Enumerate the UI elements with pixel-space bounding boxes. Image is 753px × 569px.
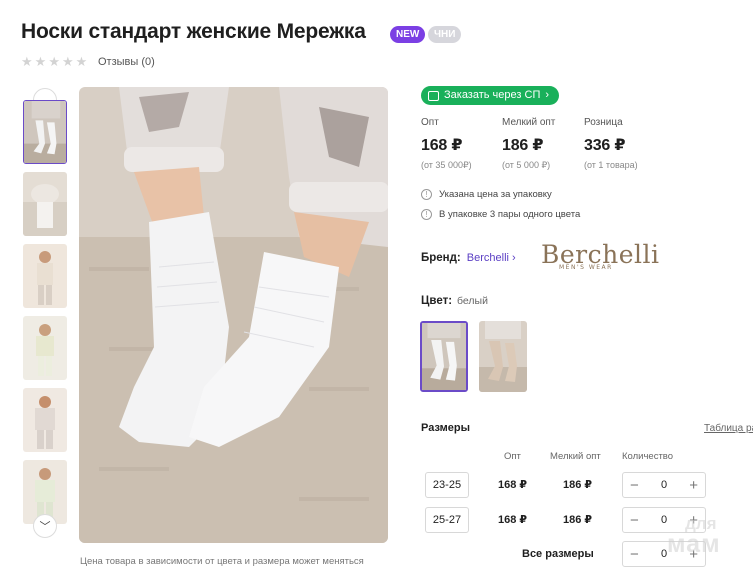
thumbnail-5[interactable]: [23, 388, 67, 452]
plus-icon[interactable]: +: [689, 478, 698, 493]
thumbnail-2[interactable]: [23, 172, 67, 236]
color-row: Цвет: белый: [421, 295, 488, 307]
thumbnail-1[interactable]: [23, 100, 67, 164]
chevron-right-icon: ›: [545, 89, 550, 101]
quantity-stepper: − 0 +: [622, 472, 706, 498]
brand-label: Бренд:: [421, 252, 461, 264]
brand-logo-subtext: MEN'S WEAR: [559, 264, 613, 271]
brand-row: Бренд: Berchelli ›: [421, 252, 516, 264]
row-opt-price: 168 ₽: [498, 514, 528, 526]
price-label: Опт: [421, 117, 439, 128]
star-icon: ★: [75, 54, 88, 69]
price-note: (от 35 000₽): [421, 160, 472, 170]
row-small-opt-price: 186 ₽: [563, 514, 593, 526]
color-value: белый: [457, 295, 488, 307]
star-icon: ★: [48, 54, 60, 69]
quantity-value[interactable]: 0: [661, 479, 667, 491]
size-chip[interactable]: 23-25: [425, 472, 469, 498]
sizes-title: Размеры: [421, 422, 471, 434]
photo-note: Цена товара в зависимости от цвета и раз…: [80, 556, 364, 567]
price-wholesale: Опт 168 ₽ (от 35 000₽): [421, 117, 472, 171]
info-icon: !: [421, 209, 432, 220]
brand-logo[interactable]: Berchelli MEN'S WEAR: [541, 242, 659, 274]
watermark-bottom: мам: [667, 530, 721, 558]
price-note: (от 1 товара): [584, 160, 638, 170]
column-header-quantity: Количество: [622, 451, 674, 462]
main-product-photo[interactable]: [79, 87, 388, 543]
chevron-down-icon[interactable]: ﹀: [33, 514, 57, 538]
minus-icon[interactable]: −: [630, 478, 639, 493]
info-pack-contents: ! В упаковке 3 пары одного цвета: [421, 209, 580, 220]
info-text: В упаковке 3 пары одного цвета: [439, 209, 581, 220]
price-small-wholesale: Мелкий опт 186 ₽ (от 5 000 ₽): [502, 117, 555, 171]
star-icon: ★: [61, 54, 74, 69]
star-icon: ★: [34, 54, 47, 69]
rating-stars[interactable]: ★ ★ ★ ★ ★: [21, 55, 87, 69]
color-swatch-beige[interactable]: [479, 321, 527, 392]
product-title: Носки стандарт женские Мережка: [21, 20, 366, 43]
order-sp-label: Заказать через СП: [444, 89, 541, 101]
thumbnail-strip: ︿ ﹀: [21, 88, 69, 544]
color-label: Цвет:: [421, 295, 453, 307]
brand-name: Berchelli: [466, 252, 509, 264]
column-header-opt: Опт: [504, 451, 521, 462]
thumbnail-4[interactable]: [23, 316, 67, 380]
new-badge: NEW: [390, 26, 426, 43]
thumbnail-3[interactable]: [23, 244, 67, 308]
minus-icon[interactable]: −: [630, 513, 639, 528]
reviews-link[interactable]: Отзывы (0): [98, 56, 155, 68]
row-opt-price: 168 ₽: [498, 479, 528, 491]
price-note: (от 5 000 ₽): [502, 160, 551, 170]
minus-icon[interactable]: −: [630, 547, 639, 562]
column-header-small-opt: Мелкий опт: [550, 451, 601, 462]
info-price-per-pack: ! Указана цена за упаковку: [421, 189, 552, 200]
price-value: 336 ₽: [584, 137, 626, 154]
price-retail: Розница 336 ₽ (от 1 товара): [584, 117, 638, 170]
color-swatch-white[interactable]: [420, 321, 468, 392]
brand-link[interactable]: Berchelli ›: [467, 252, 516, 264]
price-label: Мелкий опт: [502, 117, 556, 128]
cart-icon: [428, 90, 439, 101]
chn-badge: ЧНИ: [428, 26, 462, 43]
size-chip[interactable]: 25-27: [425, 507, 469, 533]
size-table-link[interactable]: Таблица ра: [704, 423, 753, 434]
watermark: для мам: [667, 514, 743, 562]
all-sizes-label: Все размеры: [522, 548, 594, 560]
order-sp-button[interactable]: Заказать через СП ›: [421, 86, 560, 105]
row-small-opt-price: 186 ₽: [563, 479, 593, 491]
star-icon: ★: [21, 54, 33, 69]
info-icon: !: [421, 189, 432, 200]
price-value: 168 ₽: [421, 137, 463, 154]
price-value: 186 ₽: [502, 137, 544, 154]
info-text: Указана цена за упаковку: [439, 189, 552, 200]
price-label: Розница: [584, 117, 623, 128]
